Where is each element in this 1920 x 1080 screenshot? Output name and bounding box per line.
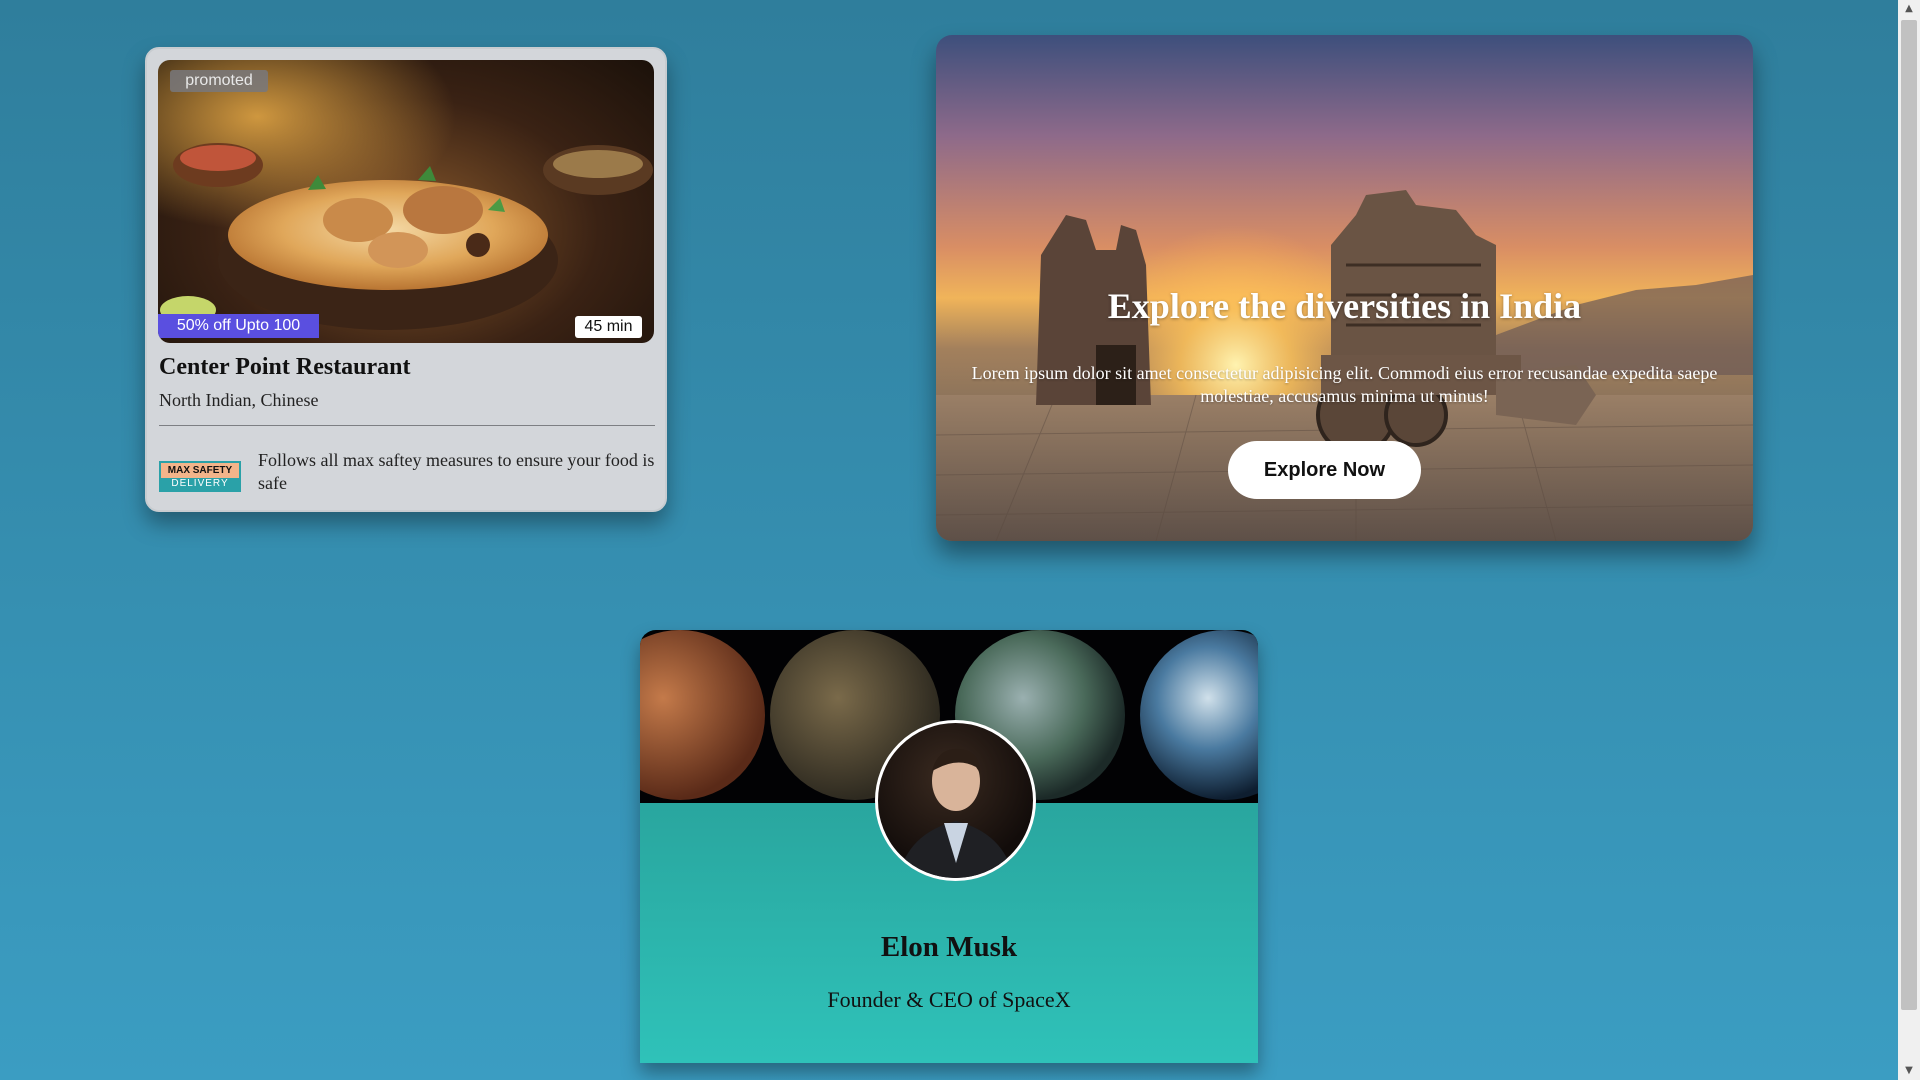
profile-card: Elon Musk Founder & CEO of SpaceX — [640, 630, 1258, 1063]
hero-title: Explore the diversities in India — [1107, 286, 1582, 326]
biryani-illustration — [158, 60, 654, 343]
profile-name: Elon Musk — [880, 931, 1018, 963]
vertical-scrollbar[interactable]: ▲ ▼ — [1898, 0, 1920, 1080]
avatar-portrait — [898, 748, 1014, 878]
scroll-thumb[interactable] — [1901, 20, 1917, 1010]
india-hero-card: Explore the diversities in India Lorem i… — [936, 35, 1753, 541]
explore-now-button[interactable]: Explore Now — [1228, 441, 1421, 499]
biryani-photo: promoted 50% off Upto 100 45 min — [158, 60, 654, 343]
profile-role: Founder & CEO of SpaceX — [827, 987, 1071, 1012]
max-safety-delivery-icon: MAX SAFETY DELIVERY — [159, 461, 241, 492]
avatar[interactable] — [875, 720, 1036, 881]
offer-badge: 50% off Upto 100 — [158, 314, 319, 338]
hero-description: Lorem ipsum dolor sit amet consectetur a… — [971, 363, 1718, 406]
restaurant-card[interactable]: promoted 50% off Upto 100 45 min Center … — [145, 47, 667, 512]
badge-top-label: MAX SAFETY — [161, 463, 239, 478]
badge-bottom-label: DELIVERY — [161, 478, 239, 490]
scroll-down-icon[interactable]: ▼ — [1898, 1062, 1920, 1080]
restaurant-name[interactable]: Center Point Restaurant — [159, 354, 411, 381]
scroll-up-icon[interactable]: ▲ — [1898, 0, 1920, 18]
promoted-tag: promoted — [170, 70, 268, 92]
restaurant-cuisine: North Indian, Chinese — [159, 390, 319, 410]
safety-note: Follows all max saftey measures to ensur… — [258, 450, 655, 493]
divider — [159, 425, 655, 426]
delivery-time-badge: 45 min — [575, 316, 642, 338]
